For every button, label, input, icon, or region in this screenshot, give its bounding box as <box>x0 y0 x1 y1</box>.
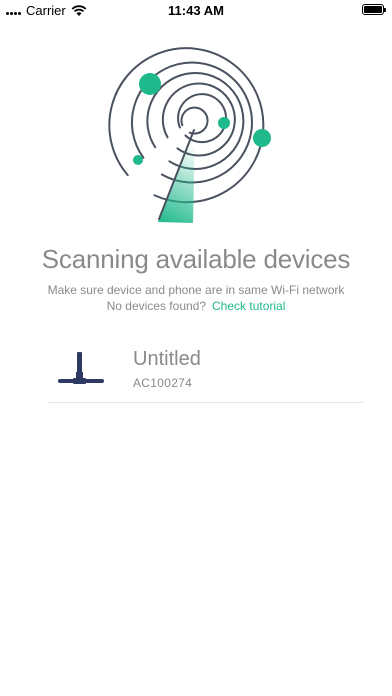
page-title: Scanning available devices <box>41 244 351 274</box>
wifi-hint-text: Make sure device and phone are in same W… <box>47 283 345 297</box>
found-signal-dot <box>133 155 143 165</box>
device-name: Untitled <box>133 348 201 370</box>
no-devices-prompt: No devices found? Check tutorial <box>0 299 392 313</box>
check-tutorial-link[interactable]: Check tutorial <box>212 299 285 313</box>
radar-ring <box>177 93 228 144</box>
radar-scan-illustration <box>108 47 271 223</box>
mop-device-icon <box>58 352 104 384</box>
found-signal-dot <box>218 117 230 129</box>
device-id: AC100274 <box>133 376 193 390</box>
found-signal-dot <box>139 73 161 95</box>
no-devices-label: No devices found? <box>106 299 207 313</box>
found-signal-dot <box>253 129 271 147</box>
device-list-item[interactable]: Untitled AC100274 <box>48 340 363 403</box>
